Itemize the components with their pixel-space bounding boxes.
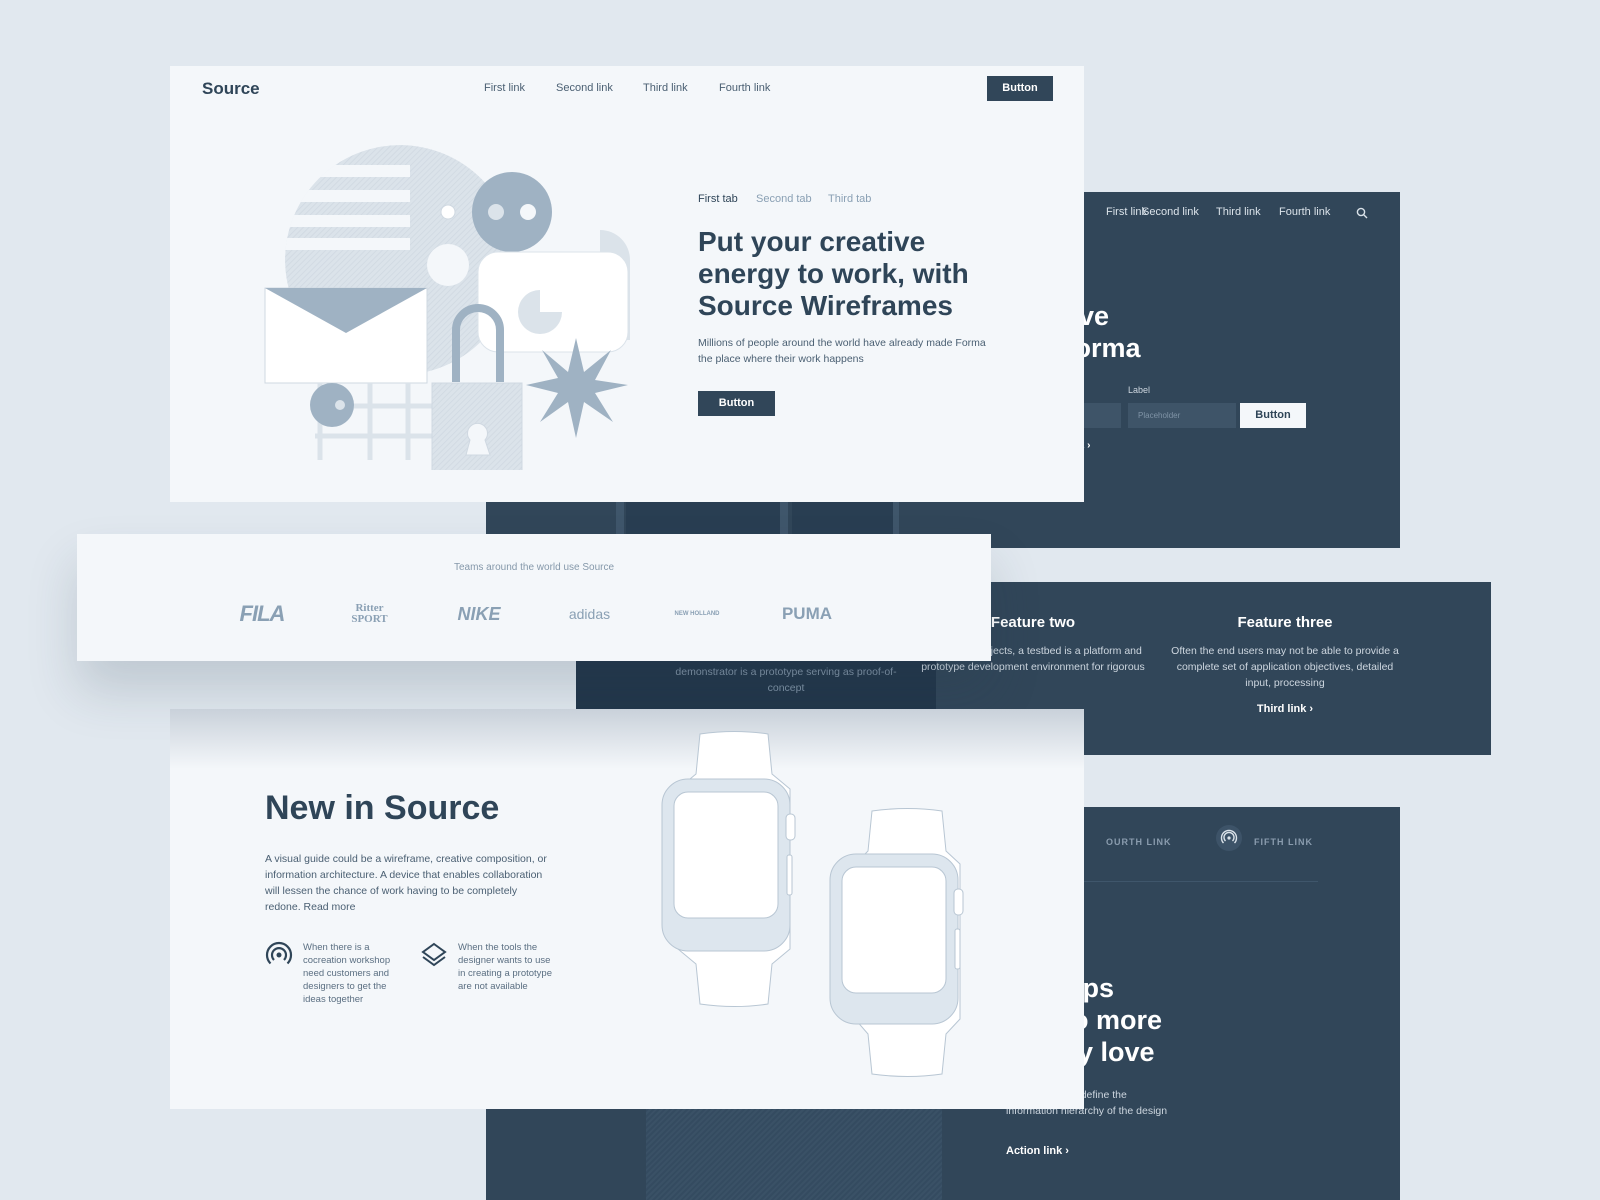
logo-ritter-sport: Ritter SPORT — [351, 602, 388, 625]
star-shape — [526, 338, 628, 438]
placeholder-input[interactable]: Placeholder — [1128, 403, 1236, 428]
logo-fila: FILA — [239, 601, 286, 626]
logo-new-holland: NEW HOLLAND — [674, 611, 720, 617]
tab-third[interactable]: Third tab — [828, 193, 871, 205]
logos-card: Teams around the world use Source FILA R… — [77, 534, 991, 661]
hero-cta-button[interactable]: Button — [698, 391, 775, 416]
logo[interactable]: Source — [202, 79, 260, 99]
watch-left — [661, 731, 796, 1007]
layers-icon — [421, 942, 447, 967]
submit-button[interactable]: Button — [1240, 403, 1306, 428]
hero-title: Put your creative energy to work, with S… — [698, 226, 969, 321]
face-circle — [472, 172, 552, 252]
input-label: Label — [1128, 385, 1151, 395]
tab-fifth-link[interactable]: FIFTH LINK — [1254, 837, 1313, 847]
nav-link-first[interactable]: First link — [484, 82, 525, 94]
watch-illustration — [661, 731, 964, 1077]
logos-caption: Teams around the world use Source — [453, 562, 615, 573]
feature-three: Feature three Often the end users may no… — [1170, 614, 1400, 715]
nav-link-third[interactable]: Third link — [643, 82, 688, 94]
search-icon[interactable] — [1356, 207, 1368, 219]
hero-card: Source First link Second link Third link… — [170, 66, 1084, 502]
dark-nav-link-3[interactable]: Third link — [1216, 206, 1261, 218]
logo-adidas: adidas — [568, 606, 611, 622]
third-link[interactable]: Third link › — [1170, 703, 1400, 715]
tab-second[interactable]: Second tab — [756, 193, 812, 205]
section-title: New in Source — [265, 789, 500, 827]
watch-right — [829, 808, 964, 1077]
hero-illustration — [264, 145, 630, 470]
tab-fourth-link[interactable]: OURTH LINK — [1106, 837, 1172, 847]
new-in-source-card: New in Source A visual guide could be a … — [170, 709, 1084, 1109]
header-button[interactable]: Button — [987, 76, 1053, 101]
dark-nav-link-4[interactable]: Fourth link — [1279, 206, 1330, 218]
logo-puma: PUMA — [781, 604, 833, 623]
dark-nav-link-2[interactable]: Second link — [1142, 206, 1199, 218]
section-body: A visual guide could be a wireframe, cre… — [265, 853, 547, 913]
hero-subtitle: Millions of people around the world have… — [698, 337, 986, 365]
dark-nav-link-1[interactable]: First link — [1106, 206, 1147, 218]
tab-first[interactable]: First tab — [698, 193, 738, 205]
nav-link-second[interactable]: Second link — [556, 82, 613, 94]
action-link[interactable]: Action link › — [1006, 1145, 1069, 1157]
nav-link-fourth[interactable]: Fourth link — [719, 82, 770, 94]
broadcast-icon — [265, 941, 293, 965]
logo-nike: NIKE — [457, 603, 501, 624]
broadcast-icon — [1216, 825, 1242, 851]
